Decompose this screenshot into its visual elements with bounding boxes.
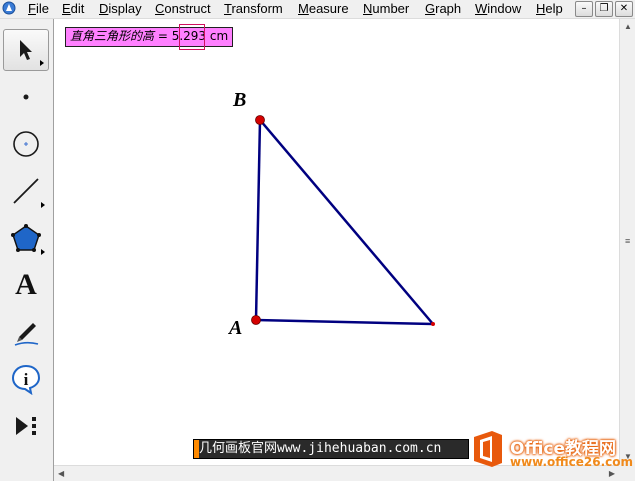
menu-transform[interactable]: Transform <box>222 1 285 17</box>
point-tool[interactable] <box>3 76 49 118</box>
highlight-box <box>179 24 205 50</box>
close-icon[interactable]: ✕ <box>615 1 633 17</box>
height-measurement[interactable]: 直角三角形的高 = 5.293 cm <box>65 27 234 47</box>
point-icon <box>23 94 29 100</box>
marker-tool[interactable] <box>3 311 49 353</box>
scroll-grip-icon[interactable]: ≡ <box>625 237 630 246</box>
office-logo-icon <box>474 431 502 467</box>
measurement-unit: cm <box>206 29 229 43</box>
point-C[interactable] <box>431 322 435 326</box>
segment-AC[interactable] <box>255 318 434 326</box>
scroll-up-icon[interactable]: ▲ <box>624 23 632 31</box>
point-label-B[interactable]: B <box>233 89 246 112</box>
info-icon: i <box>11 364 41 395</box>
minimize-icon[interactable]: – <box>575 1 593 17</box>
vertical-scrollbar[interactable]: ▲ ≡ ▼ <box>619 19 635 465</box>
text-A-icon: A <box>15 268 37 301</box>
point-B[interactable] <box>255 115 265 125</box>
menu-graph[interactable]: Graph <box>423 1 463 17</box>
toolbox: A i <box>0 19 54 481</box>
watermark-url: www.office26.com <box>510 455 634 469</box>
watermark-banner-text: 几何画板官网www.jihehuaban.com.cn <box>199 441 442 456</box>
submenu-triangle-icon <box>40 60 44 66</box>
menubar: File Edit Display Construct Transform Me… <box>0 0 635 19</box>
polygon-tool[interactable] <box>3 217 49 259</box>
segment-AB[interactable] <box>254 119 262 321</box>
measurement-label: 直角三角形的高 = <box>70 29 172 43</box>
menu-display[interactable]: Display <box>97 1 144 17</box>
menu-window[interactable]: Window <box>473 1 523 17</box>
menu-file[interactable]: File <box>26 1 51 17</box>
point-A[interactable] <box>251 315 261 325</box>
menu-help[interactable]: Help <box>534 1 565 17</box>
svg-text:i: i <box>24 370 29 389</box>
watermark-banner: 几何画板官网www.jihehuaban.com.cn <box>193 439 469 459</box>
compass-tool[interactable] <box>3 123 49 165</box>
menu-construct[interactable]: Construct <box>153 1 213 17</box>
information-tool[interactable]: i <box>3 358 49 400</box>
menu-measure[interactable]: Measure <box>296 1 351 17</box>
sketch-drawing[interactable] <box>54 19 619 465</box>
window-controls: – ❐ ✕ <box>573 1 633 17</box>
arrow-tool[interactable] <box>3 29 49 71</box>
line-icon <box>13 178 39 204</box>
menu-edit[interactable]: Edit <box>60 1 86 17</box>
scroll-right-icon[interactable]: ▶ <box>609 470 615 478</box>
sketch-canvas[interactable] <box>54 19 619 465</box>
text-tool[interactable]: A <box>3 264 49 306</box>
point-label-A[interactable]: A <box>229 317 242 340</box>
segment-BC[interactable] <box>259 119 434 325</box>
restore-icon[interactable]: ❐ <box>595 1 613 17</box>
custom-tool[interactable] <box>3 405 49 447</box>
play-dots-icon <box>16 417 36 435</box>
compass-icon <box>13 131 39 157</box>
pen-icon <box>14 323 39 346</box>
straightedge-tool[interactable] <box>3 170 49 212</box>
sketchpad-window: File Edit Display Construct Transform Me… <box>0 0 635 481</box>
sketchpad-app-icon[interactable] <box>2 1 16 15</box>
scroll-left-icon[interactable]: ◀ <box>58 470 64 478</box>
submenu-triangle-icon <box>41 202 45 208</box>
submenu-triangle-icon <box>41 249 45 255</box>
menu-number[interactable]: Number <box>361 1 411 17</box>
arrow-icon <box>20 40 32 60</box>
pentagon-icon <box>11 224 41 252</box>
